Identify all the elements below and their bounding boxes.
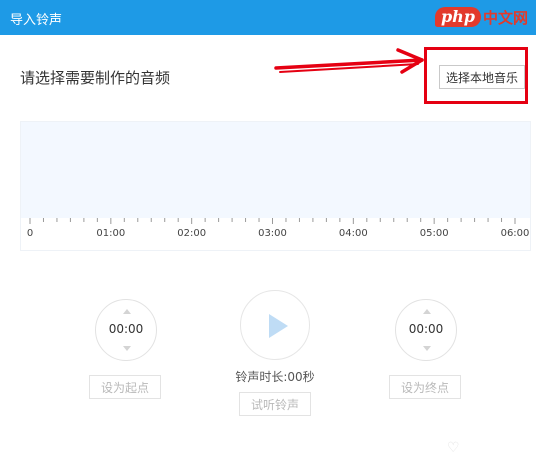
timeline-tick-label: 02:00 xyxy=(177,228,207,239)
heart-icon: ♡ xyxy=(447,440,460,454)
end-time-down-icon[interactable] xyxy=(423,346,431,351)
start-time-down-icon[interactable] xyxy=(123,346,131,351)
title-bar: 导入铃声 php 中文网 xyxy=(0,0,536,35)
ringtone-duration: 铃声时长:00秒 xyxy=(235,370,315,384)
set-start-button[interactable]: 设为起点 xyxy=(89,375,161,399)
php-logo-text: 中文网 xyxy=(482,8,528,27)
timeline-tick-label: 06:00 xyxy=(500,228,530,239)
window-title: 导入铃声 xyxy=(10,13,63,28)
set-end-button[interactable]: 设为终点 xyxy=(389,375,461,399)
end-time-up-icon[interactable] xyxy=(423,309,431,314)
waveform-area[interactable] xyxy=(21,122,530,218)
play-icon xyxy=(269,314,288,338)
play-button[interactable] xyxy=(240,290,310,360)
start-time-up-icon[interactable] xyxy=(123,309,131,314)
start-time-stepper[interactable]: 00:00 xyxy=(95,299,157,361)
timeline-ticks xyxy=(29,218,516,224)
timeline-tick-label: 05:00 xyxy=(419,228,449,239)
select-audio-prompt: 请选择需要制作的音频 xyxy=(20,69,171,87)
end-time-value: 00:00 xyxy=(408,322,444,336)
php-cn-watermark-logo: php 中文网 xyxy=(434,4,528,30)
waveform-panel[interactable]: 0 01:00 02:00 03:00 04:00 05:00 06:00 xyxy=(20,121,531,251)
end-time-stepper[interactable]: 00:00 xyxy=(395,299,457,361)
preview-ringtone-button[interactable]: 试听铃声 xyxy=(239,392,311,416)
php-logo-badge: php xyxy=(434,7,481,27)
timeline-ruler: 0 01:00 02:00 03:00 04:00 05:00 06:00 xyxy=(21,218,530,252)
timeline-tick-label: 03:00 xyxy=(258,228,287,239)
select-local-music-button[interactable]: 选择本地音乐 xyxy=(439,65,525,89)
timeline-tick-label: 04:00 xyxy=(338,228,368,239)
timeline-tick-label: 0 xyxy=(26,228,34,239)
start-time-value: 00:00 xyxy=(108,322,144,336)
annotation-arrow-icon xyxy=(274,48,424,74)
timeline-tick-label: 01:00 xyxy=(96,228,126,239)
